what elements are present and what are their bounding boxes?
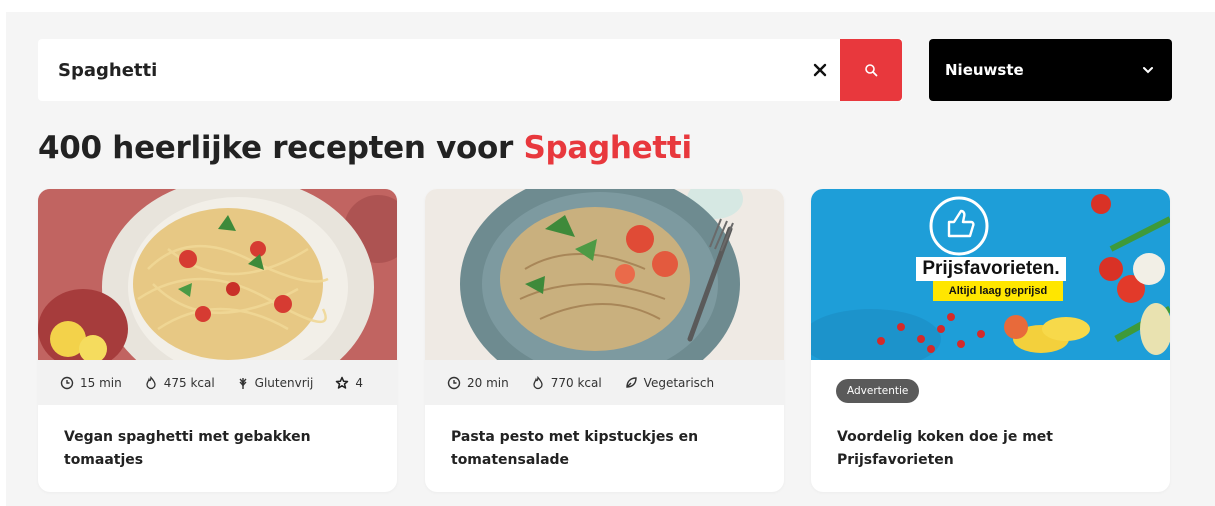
results-heading-prefix: 400 heerlijke recepten voor	[38, 130, 524, 166]
meta-diet: Vegetarisch	[624, 376, 714, 390]
flame-icon	[146, 375, 156, 389]
leaf-icon	[625, 376, 637, 388]
results-heading: 400 heerlijke recepten voor Spaghetti	[38, 130, 692, 166]
ad-logo-text: Prijsfavorieten.	[922, 258, 1060, 279]
star-icon	[336, 376, 349, 389]
recipe-title[interactable]: Vegan spaghetti met gebakken tomaatjes	[64, 426, 364, 472]
recipe-title[interactable]: Pasta pesto met kipstuckjes en tomatensa…	[451, 426, 751, 472]
search-icon	[865, 64, 878, 77]
sort-selected-label: Nieuwste	[945, 61, 1024, 79]
cropped-top-text	[0, 0, 1215, 6]
results-heading-term: Spaghetti	[523, 130, 692, 166]
recipe-image	[425, 189, 784, 360]
clear-search-button[interactable]	[800, 39, 840, 101]
recipe-meta: 20 min 770 kcal Vegetarisch	[425, 360, 784, 405]
search-bar	[38, 39, 902, 101]
ad-card[interactable]: Prijsfavorieten. Altijd laag geprijsd Ad…	[811, 189, 1170, 492]
recipe-card[interactable]: 20 min 770 kcal Vegetarisch Pasta pesto …	[425, 189, 784, 492]
meta-time: 15 min	[60, 376, 122, 390]
search-button[interactable]	[840, 39, 902, 101]
ad-tagline: Altijd laag geprijsd	[948, 285, 1048, 297]
clock-icon	[447, 376, 461, 389]
ad-badge: Advertentie	[836, 379, 920, 403]
close-icon	[813, 63, 827, 77]
flame-icon	[533, 375, 543, 389]
search-input[interactable]	[58, 50, 778, 90]
clock-icon	[60, 376, 74, 389]
meta-rating: 4	[335, 376, 363, 390]
chevron-down-icon	[1143, 67, 1153, 74]
meta-kcal: 770 kcal	[531, 375, 602, 390]
sort-dropdown[interactable]: Nieuwste	[929, 39, 1172, 101]
glutenfree-icon	[239, 377, 247, 389]
recipe-image	[38, 189, 397, 360]
meta-time: 20 min	[447, 376, 509, 390]
meta-kcal: 475 kcal	[144, 375, 215, 390]
meta-diet: Glutenvrij	[237, 376, 313, 390]
ad-image: Prijsfavorieten. Altijd laag geprijsd	[811, 189, 1170, 360]
recipe-meta: 15 min 475 kcal Glutenvrij 4	[38, 360, 397, 405]
ad-title[interactable]: Voordelig koken doe je met Prijsfavoriet…	[837, 426, 1137, 472]
recipe-card[interactable]: 15 min 475 kcal Glutenvrij 4 Vegan spagh…	[38, 189, 397, 492]
cropped-link[interactable]	[282, 0, 1092, 6]
